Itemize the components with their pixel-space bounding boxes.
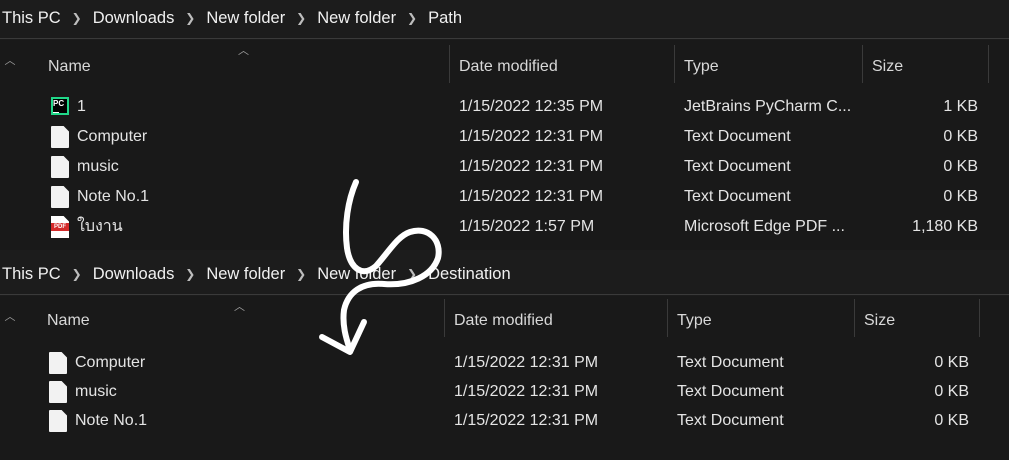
column-separator[interactable] bbox=[667, 299, 668, 337]
file-name: Computer bbox=[75, 354, 146, 371]
file-row[interactable]: Note No.1 1/15/2022 12:31 PM Text Docume… bbox=[0, 406, 1009, 436]
file-name: Computer bbox=[77, 128, 148, 145]
column-header-date-modified[interactable]: Date modified bbox=[459, 45, 558, 89]
sort-caret-up-icon: ︿ bbox=[234, 301, 245, 313]
file-size: 0 KB bbox=[943, 158, 978, 175]
breadcrumb-item-new-folder[interactable]: New folder bbox=[206, 265, 285, 284]
breadcrumb-top: This PC ❯ Downloads ❯ New folder ❯ New f… bbox=[0, 0, 1009, 36]
file-date-modified: 1/15/2022 12:31 PM bbox=[459, 188, 604, 205]
column-header-type[interactable]: Type bbox=[677, 299, 712, 343]
column-header-date-modified[interactable]: Date modified bbox=[454, 299, 553, 343]
column-separator[interactable] bbox=[854, 299, 855, 337]
text-document-icon bbox=[49, 381, 67, 403]
file-size: 0 KB bbox=[934, 412, 969, 429]
file-name: 1 bbox=[77, 98, 86, 115]
file-date-modified: 1/15/2022 12:31 PM bbox=[459, 128, 604, 145]
file-type: Text Document bbox=[677, 354, 784, 371]
breadcrumb-item-new-folder-2[interactable]: New folder bbox=[317, 9, 396, 28]
file-row[interactable]: Computer 1/15/2022 12:31 PM Text Documen… bbox=[0, 348, 1009, 378]
column-separator[interactable] bbox=[988, 45, 989, 83]
breadcrumb-item-this-pc[interactable]: This PC bbox=[2, 9, 61, 28]
breadcrumb-item-downloads[interactable]: Downloads bbox=[93, 265, 175, 284]
column-header-name[interactable]: Name bbox=[47, 299, 90, 343]
column-header-name[interactable]: Name bbox=[48, 45, 91, 89]
file-size: 0 KB bbox=[934, 383, 969, 400]
text-document-icon bbox=[51, 186, 69, 208]
divider bbox=[0, 38, 1009, 39]
breadcrumb-item-new-folder[interactable]: New folder bbox=[206, 9, 285, 28]
file-size: 0 KB bbox=[934, 354, 969, 371]
breadcrumb-bottom: This PC ❯ Downloads ❯ New folder ❯ New f… bbox=[0, 256, 1009, 292]
divider bbox=[0, 294, 1009, 295]
column-header-type[interactable]: Type bbox=[684, 45, 719, 89]
breadcrumb-item-downloads[interactable]: Downloads bbox=[93, 9, 175, 28]
file-name: Note No.1 bbox=[75, 412, 148, 429]
breadcrumb-item-destination[interactable]: Destination bbox=[428, 265, 511, 284]
chevron-right-icon: ❯ bbox=[296, 267, 307, 281]
text-document-icon bbox=[49, 352, 67, 374]
file-type: Text Document bbox=[684, 188, 791, 205]
file-row[interactable]: music 1/15/2022 12:31 PM Text Document 0… bbox=[0, 152, 1009, 182]
file-size: 0 KB bbox=[943, 188, 978, 205]
chevron-right-icon: ❯ bbox=[71, 267, 82, 281]
file-row[interactable]: PDF ใบงาน 1/15/2022 1:57 PM Microsoft Ed… bbox=[0, 212, 1009, 242]
scroll-up-icon[interactable]: ︿ bbox=[0, 304, 20, 330]
column-separator[interactable] bbox=[449, 45, 450, 83]
file-list-top: ︿ ︿ Name Date modified Type Size PC 1 1/… bbox=[0, 40, 1009, 250]
file-date-modified: 1/15/2022 12:31 PM bbox=[454, 354, 599, 371]
file-date-modified: 1/15/2022 1:57 PM bbox=[459, 218, 595, 235]
file-name: music bbox=[77, 158, 119, 175]
column-separator[interactable] bbox=[862, 45, 863, 83]
text-document-icon bbox=[51, 126, 69, 148]
file-list-bottom: ︿ ︿ Name Date modified Type Size Compute… bbox=[0, 296, 1009, 460]
file-type: JetBrains PyCharm C... bbox=[684, 98, 852, 115]
file-size: 1 KB bbox=[943, 98, 978, 115]
pdf-icon: PDF bbox=[51, 216, 69, 238]
column-header-size[interactable]: Size bbox=[864, 299, 895, 343]
breadcrumb-item-path[interactable]: Path bbox=[428, 9, 462, 28]
chevron-right-icon: ❯ bbox=[71, 11, 82, 25]
breadcrumb-item-new-folder-2[interactable]: New folder bbox=[317, 265, 396, 284]
file-name: music bbox=[75, 383, 117, 400]
column-separator[interactable] bbox=[444, 299, 445, 337]
column-separator[interactable] bbox=[674, 45, 675, 83]
file-size: 1,180 KB bbox=[912, 218, 978, 235]
file-size: 0 KB bbox=[943, 128, 978, 145]
file-row[interactable]: Computer 1/15/2022 12:31 PM Text Documen… bbox=[0, 122, 1009, 152]
scroll-up-icon[interactable]: ︿ bbox=[0, 48, 20, 74]
chevron-right-icon: ❯ bbox=[407, 267, 418, 281]
chevron-right-icon: ❯ bbox=[185, 267, 196, 281]
file-name: ใบงาน bbox=[77, 218, 123, 235]
text-document-icon bbox=[51, 156, 69, 178]
chevron-right-icon: ❯ bbox=[296, 11, 307, 25]
file-type: Text Document bbox=[677, 383, 784, 400]
column-header-size[interactable]: Size bbox=[872, 45, 903, 89]
file-date-modified: 1/15/2022 12:35 PM bbox=[459, 98, 604, 115]
file-date-modified: 1/15/2022 12:31 PM bbox=[454, 383, 599, 400]
file-type: Text Document bbox=[677, 412, 784, 429]
breadcrumb-item-this-pc[interactable]: This PC bbox=[2, 265, 61, 284]
pycharm-icon: PC bbox=[51, 97, 69, 115]
file-date-modified: 1/15/2022 12:31 PM bbox=[454, 412, 599, 429]
file-date-modified: 1/15/2022 12:31 PM bbox=[459, 158, 604, 175]
file-row[interactable]: PC 1 1/15/2022 12:35 PM JetBrains PyChar… bbox=[0, 92, 1009, 122]
column-separator[interactable] bbox=[979, 299, 980, 337]
file-type: Microsoft Edge PDF ... bbox=[684, 218, 845, 235]
chevron-right-icon: ❯ bbox=[185, 11, 196, 25]
file-name: Note No.1 bbox=[77, 188, 150, 205]
file-row[interactable]: music 1/15/2022 12:31 PM Text Document 0… bbox=[0, 377, 1009, 407]
file-type: Text Document bbox=[684, 128, 791, 145]
file-row[interactable]: Note No.1 1/15/2022 12:31 PM Text Docume… bbox=[0, 182, 1009, 212]
file-type: Text Document bbox=[684, 158, 791, 175]
text-document-icon bbox=[49, 410, 67, 432]
chevron-right-icon: ❯ bbox=[407, 11, 418, 25]
sort-caret-up-icon: ︿ bbox=[238, 45, 249, 57]
